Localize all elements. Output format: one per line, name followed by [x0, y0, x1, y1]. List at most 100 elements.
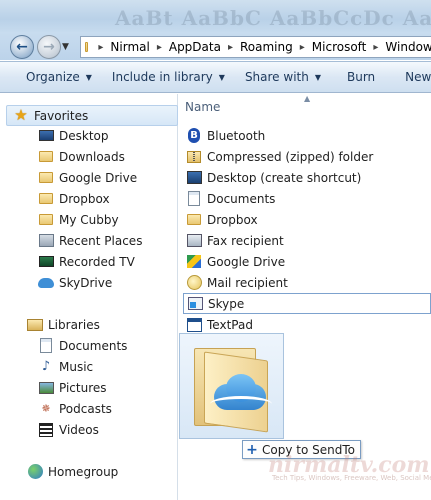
list-item-label: Skype: [208, 296, 245, 311]
libraries-icon: [27, 317, 43, 333]
breadcrumb-separator-icon[interactable]: ▸: [228, 42, 233, 53]
sidebar-item-downloads[interactable]: Downloads: [38, 146, 125, 167]
recent-places-icon: [38, 233, 54, 249]
list-item-label: TextPad: [207, 317, 253, 332]
list-item-mail-recipient[interactable]: Mail recipient: [183, 272, 431, 293]
sidebar-item-documents[interactable]: Documents: [38, 335, 127, 356]
sidebar-item-label: Google Drive: [59, 170, 138, 185]
column-header-name[interactable]: Name: [185, 100, 220, 114]
folder-icon: [85, 42, 89, 52]
sidebar-item-skydrive[interactable]: SkyDrive: [38, 272, 112, 293]
homegroup-icon: [27, 464, 43, 480]
back-button[interactable]: ←: [10, 35, 34, 59]
breadcrumb-segment[interactable]: Windows: [385, 40, 431, 54]
organize-label: Organize: [26, 70, 80, 84]
sidebar-item-label: Pictures: [59, 380, 107, 395]
background-ribbon-text: AaBt AaBbC AaBbCcDc AaBbCcDc AaBbC: [115, 6, 431, 30]
sidebar-item-podcasts[interactable]: ✵ Podcasts: [38, 398, 112, 419]
list-item-label: Bluetooth: [207, 128, 266, 143]
chevron-down-icon: ▼: [62, 42, 69, 52]
organize-button[interactable]: Organize ▼: [18, 70, 100, 84]
list-item-google-drive[interactable]: Google Drive: [183, 251, 431, 272]
breadcrumb-segment[interactable]: Microsoft: [312, 40, 367, 54]
list-item-label: Compressed (zipped) folder: [207, 149, 374, 164]
address-bar[interactable]: ▸ Nirmal ▸ AppData ▸ Roaming ▸ Microsoft…: [80, 36, 431, 58]
list-item-compressed-folder[interactable]: Compressed (zipped) folder: [183, 146, 431, 167]
share-with-button[interactable]: Share with ▼: [237, 70, 329, 84]
list-item-label: Mail recipient: [207, 275, 288, 290]
sidebar-item-my-cubby[interactable]: My Cubby: [38, 209, 119, 230]
list-item-desktop-shortcut[interactable]: Desktop (create shortcut): [183, 167, 431, 188]
sidebar-item-homegroup[interactable]: Homegroup: [27, 461, 118, 482]
recorded-tv-icon: [38, 254, 54, 270]
sidebar-item-label: Favorites: [34, 108, 89, 123]
desktop-shortcut-icon: [186, 170, 202, 186]
cloud-icon: [210, 374, 272, 414]
breadcrumb-segment[interactable]: Nirmal: [110, 40, 149, 54]
dropdown-caret-icon: ▼: [218, 72, 225, 82]
command-toolbar: Organize ▼ Include in library ▼ Share wi…: [0, 61, 431, 93]
star-icon: ★: [14, 106, 28, 124]
downloads-folder-icon: [38, 149, 54, 165]
list-item-label: Desktop (create shortcut): [207, 170, 362, 185]
documents-icon: [186, 191, 202, 207]
back-arrow-icon: ←: [16, 39, 28, 55]
list-item-label: Google Drive: [207, 254, 286, 269]
list-item-bluetooth[interactable]: B Bluetooth: [183, 125, 431, 146]
dropdown-caret-icon: ▼: [314, 72, 321, 82]
mail-icon: [186, 275, 202, 291]
recent-pages-dropdown[interactable]: ▼: [62, 42, 69, 52]
new-folder-button[interactable]: New fo: [397, 70, 431, 84]
breadcrumb-separator-icon[interactable]: ▸: [300, 42, 305, 53]
sidebar-item-label: Podcasts: [59, 401, 112, 416]
navigation-pane: ★ Favorites Desktop Downloads Google Dri…: [0, 94, 178, 500]
list-item-label: Fax recipient: [207, 233, 284, 248]
sidebar-item-label: Music: [59, 359, 94, 374]
sidebar-item-videos[interactable]: Videos: [38, 419, 99, 440]
sidebar-item-libraries[interactable]: Libraries: [27, 314, 100, 335]
textpad-icon: [186, 317, 202, 333]
sidebar-item-favorites[interactable]: ★ Favorites: [6, 105, 178, 126]
breadcrumb-separator-icon[interactable]: ▸: [373, 42, 378, 53]
include-in-library-button[interactable]: Include in library ▼: [104, 70, 233, 84]
my-cubby-folder-icon: [38, 212, 54, 228]
list-item-textpad[interactable]: TextPad: [183, 314, 431, 335]
breadcrumb-separator-icon[interactable]: ▸: [157, 42, 162, 53]
list-item-label: Dropbox: [207, 212, 258, 227]
fax-icon: [186, 233, 202, 249]
dropbox-folder-icon: [186, 212, 202, 228]
drag-preview: [179, 333, 284, 439]
dropbox-folder-icon: [38, 191, 54, 207]
sidebar-item-music[interactable]: ♪ Music: [38, 356, 93, 377]
sidebar-item-dropbox[interactable]: Dropbox: [38, 188, 110, 209]
list-item-dropbox[interactable]: Dropbox: [183, 209, 431, 230]
sidebar-item-label: Videos: [59, 422, 99, 437]
list-item-documents[interactable]: Documents: [183, 188, 431, 209]
sidebar-item-recorded-tv[interactable]: Recorded TV: [38, 251, 135, 272]
list-item-skype[interactable]: Skype: [183, 293, 431, 314]
list-item-fax-recipient[interactable]: Fax recipient: [183, 230, 431, 251]
burn-label: Burn: [347, 70, 376, 84]
sidebar-item-pictures[interactable]: Pictures: [38, 377, 107, 398]
sidebar-item-label: Libraries: [48, 317, 100, 332]
pictures-icon: [38, 380, 54, 396]
new-folder-label: New fo: [405, 70, 431, 84]
burn-button[interactable]: Burn: [339, 70, 383, 84]
skype-shortcut-icon: [187, 296, 203, 312]
documents-icon: [38, 338, 54, 354]
breadcrumb-segment[interactable]: AppData: [169, 40, 221, 54]
breadcrumb-segment[interactable]: Roaming: [240, 40, 293, 54]
google-drive-folder-icon: [38, 170, 54, 186]
forward-button[interactable]: →: [37, 35, 61, 59]
list-item-label: Documents: [207, 191, 276, 206]
sidebar-item-google-drive[interactable]: Google Drive: [38, 167, 137, 188]
podcast-icon: ✵: [41, 401, 51, 415]
sidebar-item-recent-places[interactable]: Recent Places: [38, 230, 142, 251]
dropdown-caret-icon: ▼: [85, 72, 92, 82]
sidebar-item-label: Homegroup: [48, 464, 119, 479]
sidebar-item-label: Dropbox: [59, 191, 110, 206]
sidebar-item-desktop[interactable]: Desktop: [38, 125, 109, 146]
breadcrumb-separator-icon[interactable]: ▸: [98, 42, 103, 53]
window-top-strip: AaBt AaBbC AaBbCcDc AaBbCcDc AaBbC: [0, 0, 431, 32]
sidebar-item-label: Recorded TV: [59, 254, 135, 269]
